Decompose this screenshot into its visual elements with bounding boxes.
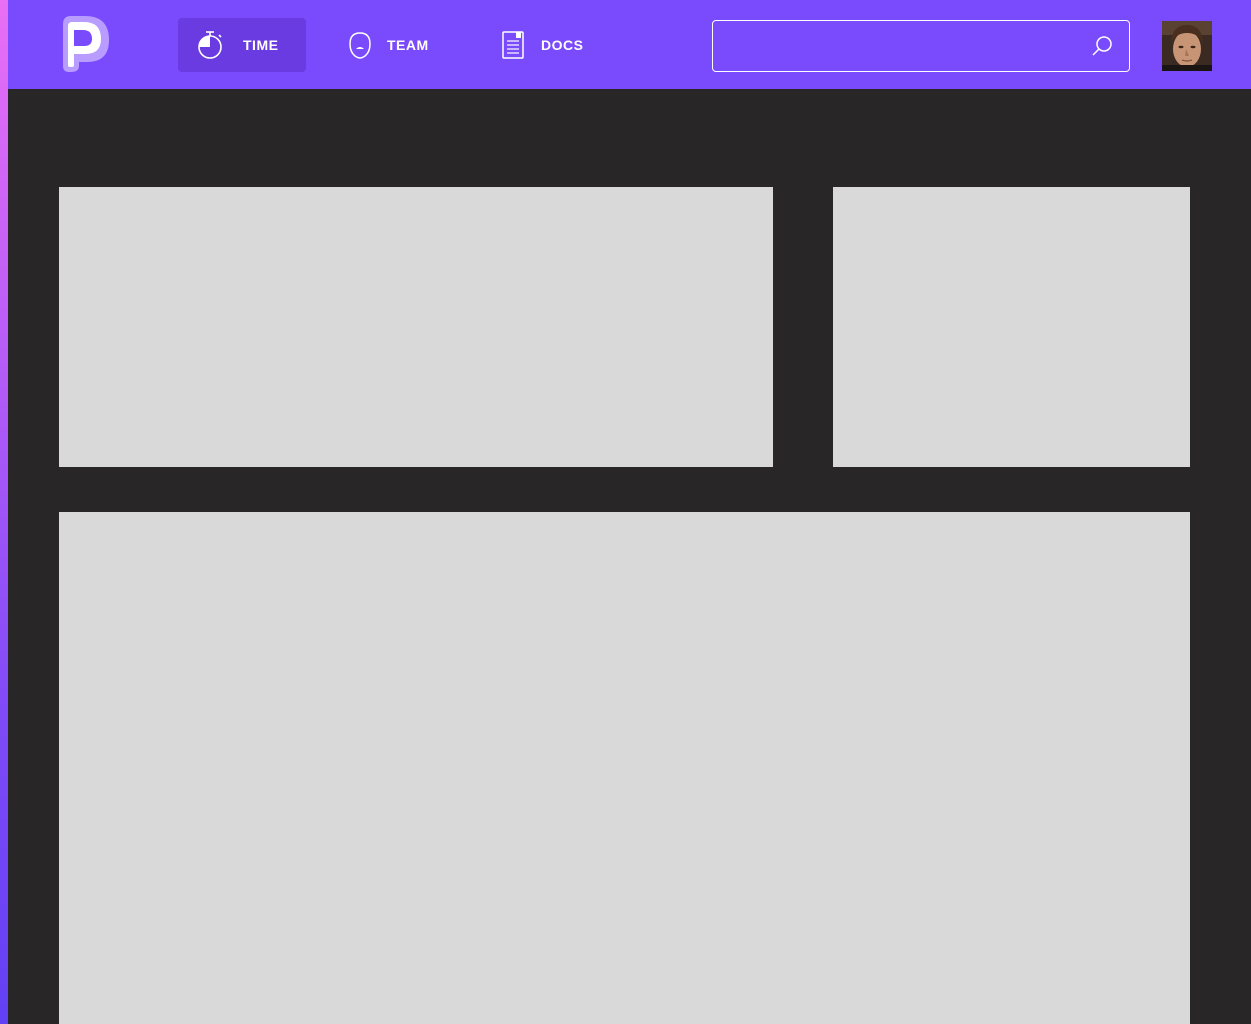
logo-icon: [63, 16, 109, 72]
nav-label-time: TIME: [243, 37, 279, 53]
document-icon: [499, 30, 527, 60]
content-panel-main: [59, 512, 1190, 1024]
nav-label-docs: DOCS: [541, 37, 584, 53]
search-input[interactable]: [723, 29, 1073, 63]
nav-item-docs[interactable]: DOCS: [488, 18, 608, 72]
search-box[interactable]: [712, 20, 1130, 72]
content-panel-secondary: [833, 187, 1190, 467]
avatar-photo: [1162, 21, 1212, 71]
search-icon[interactable]: [1091, 35, 1113, 57]
head-icon: [346, 30, 374, 60]
content-panel-primary: [59, 187, 773, 467]
top-navigation-bar: TIME TEAM DOCS: [8, 0, 1251, 89]
nav-item-team[interactable]: TEAM: [333, 18, 453, 72]
app-root: TIME TEAM DOCS: [0, 0, 1251, 1024]
stopwatch-icon: [196, 30, 224, 60]
nav-label-team: TEAM: [387, 37, 429, 53]
user-avatar[interactable]: [1162, 21, 1212, 71]
nav-item-time[interactable]: TIME: [178, 18, 306, 72]
left-accent-stripe: [0, 0, 8, 1024]
app-logo[interactable]: [59, 16, 109, 72]
